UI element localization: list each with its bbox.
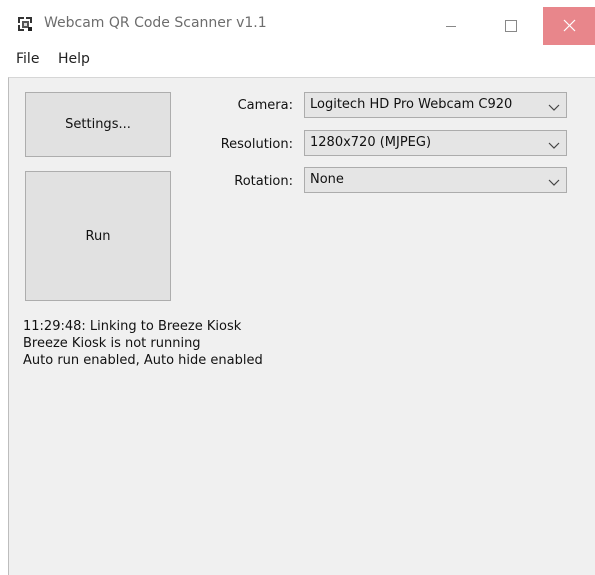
log-line: Auto run enabled, Auto hide enabled [23,353,263,368]
qr-scanner-icon [17,16,33,32]
rotation-select-value: None [310,172,344,187]
settings-button[interactable]: Settings... [25,92,171,157]
minimize-icon [445,17,457,36]
status-log: 11:29:48: Linking to Breeze Kiosk Breeze… [23,318,263,369]
camera-select[interactable]: Logitech HD Pro Webcam C920 [304,92,567,118]
menu-file[interactable]: File [16,51,39,67]
rotation-label: Rotation: [234,174,293,189]
maximize-button[interactable] [488,7,533,45]
resolution-label: Resolution: [220,137,293,152]
rotation-select[interactable]: None [304,167,567,193]
minimize-button[interactable] [428,7,473,45]
log-line: Breeze Kiosk is not running [23,336,201,351]
resolution-select[interactable]: 1280x720 (MJPEG) [304,130,567,156]
close-icon [563,17,576,36]
maximize-icon [504,17,517,36]
menu-bar: File Help [0,46,595,72]
chevron-down-icon [548,176,560,186]
log-line: 11:29:48: Linking to Breeze Kiosk [23,319,242,334]
resolution-select-value: 1280x720 (MJPEG) [310,135,432,150]
camera-label: Camera: [237,98,293,113]
camera-select-value: Logitech HD Pro Webcam C920 [310,97,513,112]
chevron-down-icon [548,139,560,149]
menu-help[interactable]: Help [58,51,90,67]
app-window: Webcam QR Code Scanner v1.1 File Help Se… [0,0,595,575]
run-button[interactable]: Run [25,171,171,301]
window-title: Webcam QR Code Scanner v1.1 [44,15,267,31]
title-bar[interactable]: Webcam QR Code Scanner v1.1 [0,0,595,45]
main-panel: Settings... Run Camera: Logitech HD Pro … [8,77,595,575]
close-button[interactable] [543,7,595,45]
chevron-down-icon [548,101,560,111]
